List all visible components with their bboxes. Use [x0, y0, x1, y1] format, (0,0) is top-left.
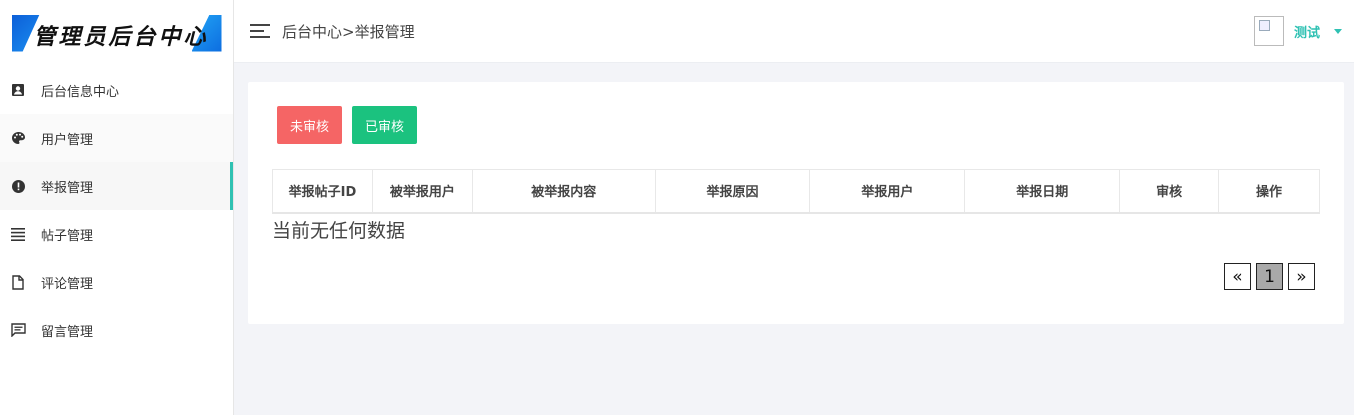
table-header-row: 举报帖子ID 被举报用户 被举报内容 举报原因 举报用户 举报日期 审核 操作	[272, 169, 1320, 214]
sidebar-item-label: 用户管理	[41, 132, 94, 148]
pagination: « 1 »	[1224, 263, 1315, 290]
sidebar: 管理员后台中心 后台信息中心 用户管理 举报管理 帖子管理 评论管理 留言管理	[0, 0, 234, 415]
reviewed-button[interactable]: 已审核	[352, 106, 418, 144]
sidebar-item-comments[interactable]: 评论管理	[0, 258, 233, 306]
user-dropdown[interactable]: 测试	[1253, 16, 1342, 46]
column-header: 举报用户	[809, 169, 966, 214]
sidebar-item-reports[interactable]: 举报管理	[0, 162, 233, 210]
prev-page-button[interactable]: «	[1224, 263, 1251, 290]
logo-text: 管理员后台中心	[33, 23, 209, 50]
current-page-button[interactable]: 1	[1256, 263, 1283, 290]
column-header: 举报日期	[964, 169, 1121, 214]
sidebar-item-label: 评论管理	[41, 276, 94, 292]
sidebar-item-label: 留言管理	[41, 324, 94, 340]
top-header: 后台中心>举报管理 测试	[234, 0, 1354, 63]
unreviewed-button[interactable]: 未审核	[277, 106, 343, 144]
hamburger-menu-icon[interactable]	[250, 23, 272, 39]
sidebar-menu: 后台信息中心 用户管理 举报管理 帖子管理 评论管理 留言管理	[0, 66, 233, 354]
sidebar-item-label: 举报管理	[41, 180, 94, 196]
alert-circle-icon	[10, 178, 26, 194]
next-page-button[interactable]: »	[1288, 263, 1315, 290]
sidebar-item-messages[interactable]: 留言管理	[0, 306, 233, 354]
document-icon	[10, 274, 26, 290]
sidebar-item-label: 帖子管理	[41, 228, 94, 244]
column-header: 操作	[1218, 169, 1320, 214]
username[interactable]: 测试	[1294, 22, 1320, 41]
column-header: 被举报内容	[471, 169, 656, 214]
sidebar-item-info-center[interactable]: 后台信息中心	[0, 66, 233, 114]
contact-card-icon	[10, 82, 26, 98]
logo-area: 管理员后台中心	[0, 0, 233, 66]
palette-icon	[10, 130, 26, 146]
admin-logo[interactable]: 管理员后台中心	[11, 14, 222, 52]
avatar[interactable]	[1253, 16, 1284, 46]
column-header: 被举报用户	[371, 169, 473, 214]
report-table: 举报帖子ID 被举报用户 被举报内容 举报原因 举报用户 举报日期 审核 操作	[272, 169, 1320, 214]
breadcrumb: 后台中心>举报管理	[282, 22, 415, 41]
message-icon	[10, 322, 26, 338]
list-lines-icon	[10, 226, 26, 242]
sidebar-item-posts[interactable]: 帖子管理	[0, 210, 233, 258]
chevron-down-icon[interactable]	[1334, 28, 1342, 34]
sidebar-item-label: 后台信息中心	[41, 84, 120, 100]
empty-message: 当前无任何数据	[272, 220, 406, 242]
column-header: 举报帖子ID	[272, 169, 373, 214]
sidebar-item-users[interactable]: 用户管理	[0, 114, 233, 162]
column-header: 举报原因	[654, 169, 811, 214]
column-header: 审核	[1119, 169, 1220, 214]
report-card: 未审核 已审核 举报帖子ID 被举报用户 被举报内容 举报原因 举报用户 举报日…	[248, 82, 1344, 324]
